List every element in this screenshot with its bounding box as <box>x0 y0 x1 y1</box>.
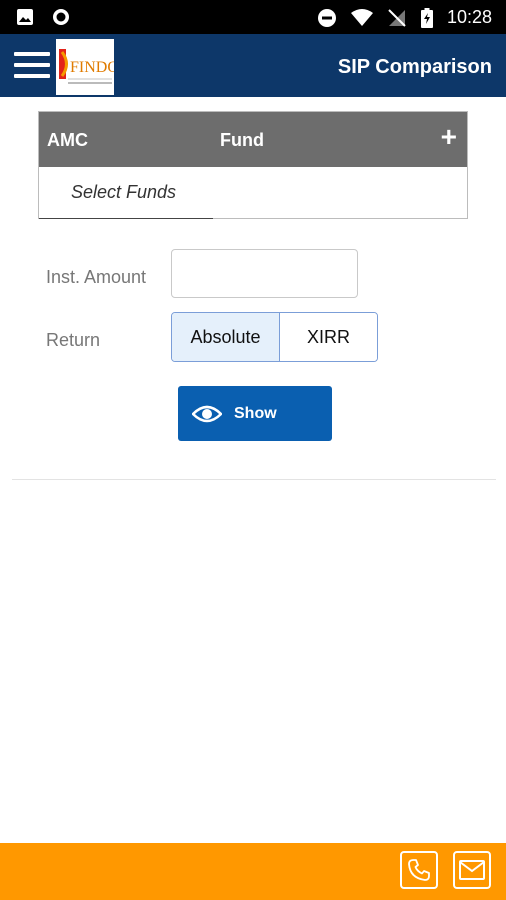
add-fund-button[interactable]: + <box>441 123 457 151</box>
status-bar: 10:28 <box>0 0 506 34</box>
envelope-icon <box>459 860 485 880</box>
phone-icon <box>408 859 430 881</box>
menu-icon[interactable] <box>14 52 50 82</box>
fund-select-row[interactable]: Select Funds <box>39 167 467 219</box>
return-label: Return <box>46 330 101 350</box>
eye-icon <box>192 405 222 422</box>
fund-table-header: AMC Fund + <box>39 112 467 167</box>
image-notification-icon <box>17 9 33 25</box>
do-not-disturb-icon <box>317 8 336 27</box>
app-header: FINDOC SIP Comparison <box>0 34 506 97</box>
no-signal-icon <box>388 8 406 27</box>
call-button[interactable] <box>400 851 438 889</box>
column-header-amc: AMC <box>47 130 88 150</box>
inst-amount-label: Inst. Amount <box>46 267 147 287</box>
battery-icon <box>420 7 433 28</box>
divider <box>12 479 496 480</box>
company-logo: FINDOC <box>56 39 130 95</box>
select-funds-placeholder[interactable]: Select Funds <box>71 182 176 203</box>
select-underline <box>39 218 213 219</box>
page-title: SIP Comparison <box>337 56 492 78</box>
show-button-label: Show <box>234 404 277 422</box>
footer-bar <box>0 843 506 900</box>
return-option-absolute[interactable]: Absolute <box>172 313 280 361</box>
fund-table: AMC Fund + Select Funds <box>38 111 468 219</box>
return-type-toggle: Absolute XIRR <box>171 312 378 362</box>
inst-amount-input[interactable] <box>171 249 358 298</box>
return-option-xirr[interactable]: XIRR <box>280 313 377 361</box>
show-button[interactable]: Show <box>178 386 332 441</box>
column-header-fund: Fund <box>220 130 264 150</box>
email-button[interactable] <box>453 851 491 889</box>
svg-text:FINDOC: FINDOC <box>70 59 114 76</box>
wifi-icon <box>350 8 373 26</box>
circle-notification-icon <box>53 9 69 25</box>
status-time: 10:28 <box>446 7 492 27</box>
